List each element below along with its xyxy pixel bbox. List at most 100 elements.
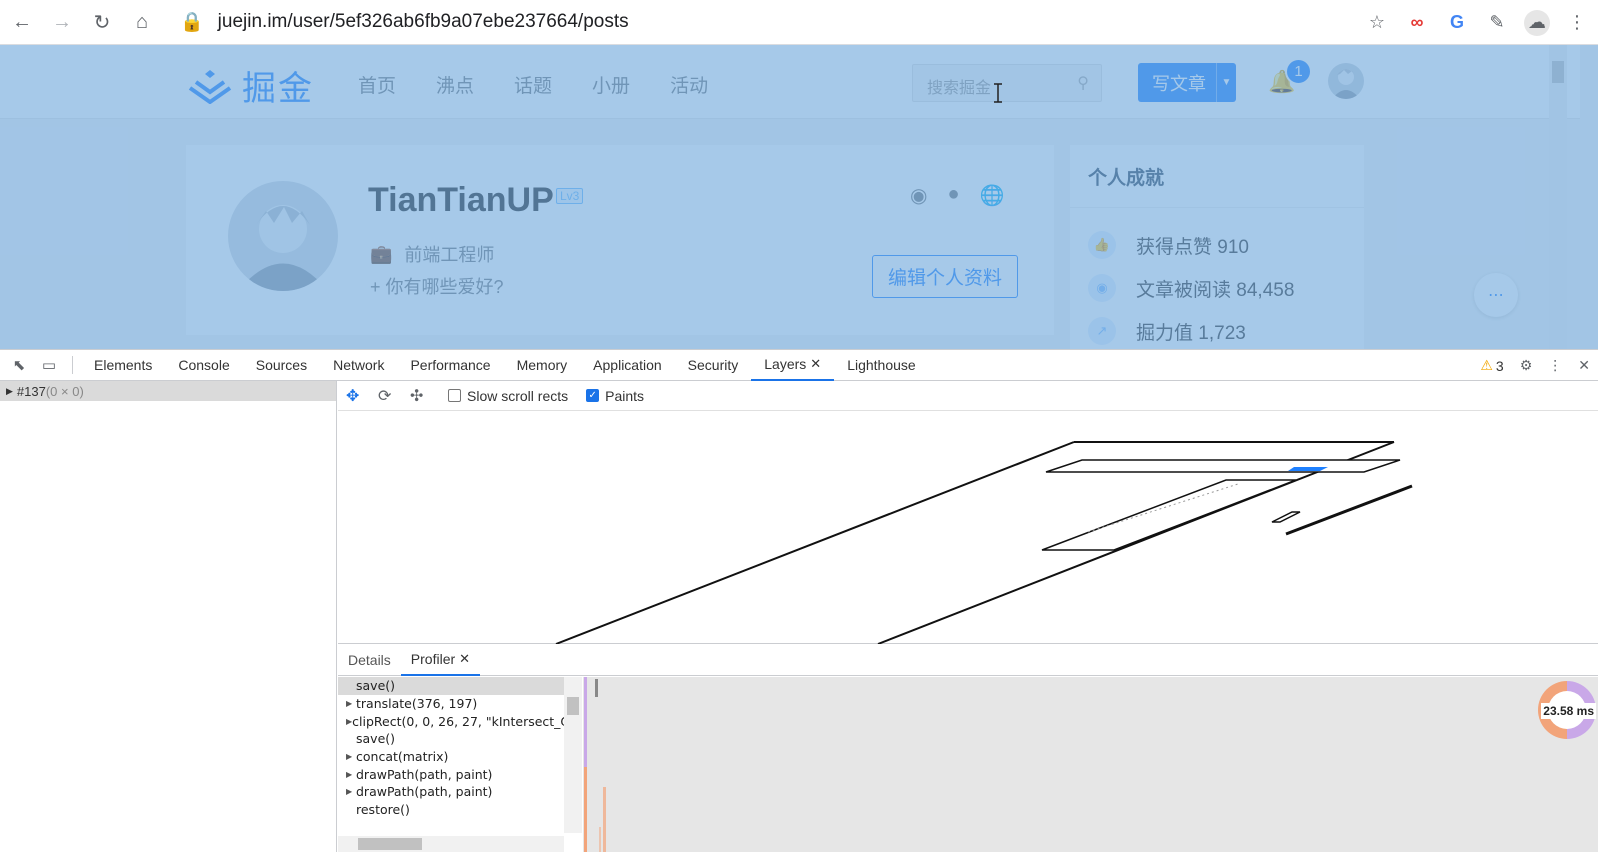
- profiler-time: 23.58 ms: [1541, 703, 1596, 719]
- tab-performance[interactable]: Performance: [397, 350, 503, 381]
- bookmark-star-icon[interactable]: ☆: [1364, 10, 1390, 36]
- scrollbar-thumb[interactable]: [358, 838, 422, 850]
- social-links: ◉ ● 🌐: [910, 183, 1004, 208]
- command-text: restore(): [356, 802, 410, 818]
- device-toolbar-icon[interactable]: ▭: [34, 356, 64, 374]
- address-bar[interactable]: 🔒 juejin.im/user/5ef326ab6fb9a07ebe23766…: [180, 10, 629, 34]
- profile-avatar[interactable]: [228, 181, 338, 291]
- divider: [1070, 207, 1364, 208]
- close-icon[interactable]: ✕: [459, 651, 470, 667]
- nav-item-pins[interactable]: 沸点: [436, 71, 474, 98]
- settings-gear-icon[interactable]: ⚙: [1520, 357, 1533, 374]
- close-devtools-icon[interactable]: ✕: [1578, 357, 1590, 374]
- level-badge: Lv3: [556, 188, 584, 204]
- command-list-hscrollbar[interactable]: [338, 836, 564, 852]
- tab-details[interactable]: Details: [338, 645, 401, 676]
- home-icon[interactable]: ⌂: [124, 4, 160, 40]
- paints-checkbox[interactable]: ✓ Paints: [586, 388, 644, 404]
- site-logo[interactable]: 掘金: [188, 61, 314, 110]
- slow-scroll-rects-label: Slow scroll rects: [467, 387, 569, 404]
- layer-tree: ▶ #137 (0 × 0): [0, 381, 337, 852]
- github-icon[interactable]: ●: [947, 183, 959, 208]
- layer-tree-item[interactable]: ▶ #137 (0 × 0): [0, 381, 336, 401]
- pan-mode-icon[interactable]: ✥: [346, 386, 366, 406]
- tab-memory[interactable]: Memory: [504, 350, 581, 381]
- edit-profile-button[interactable]: 编辑个人资料: [872, 255, 1018, 298]
- tab-lighthouse[interactable]: Lighthouse: [834, 350, 929, 381]
- list-item[interactable]: ▶ concat(matrix): [338, 748, 582, 766]
- close-icon[interactable]: ✕: [810, 356, 821, 372]
- command-text: drawPath(path, paint): [356, 784, 493, 800]
- expand-triangle-icon[interactable]: ▶: [346, 699, 356, 708]
- user-avatar[interactable]: [1328, 63, 1364, 99]
- scrollbar-thumb[interactable]: [567, 697, 579, 715]
- layers-main-panel: ✥ ⟳ ✣ Slow scroll rects ✓ Paints Details…: [338, 381, 1598, 852]
- expand-triangle-icon[interactable]: ▶: [346, 752, 356, 761]
- list-item[interactable]: save(): [338, 677, 582, 695]
- profile-avatar-icon[interactable]: ☁: [1524, 9, 1550, 36]
- layer-node-id: #137: [16, 383, 46, 399]
- warnings-counter[interactable]: ⚠ 3: [1480, 357, 1503, 374]
- list-item[interactable]: ▶ clipRect(0, 0, 26, 27, "kIntersect_Op": [338, 712, 582, 730]
- tab-profiler[interactable]: Profiler ✕: [400, 645, 481, 676]
- list-item[interactable]: restore(): [338, 801, 582, 819]
- expand-triangle-icon[interactable]: ▶: [346, 787, 356, 796]
- list-item[interactable]: ▶ translate(376, 197): [338, 695, 582, 713]
- globe-icon[interactable]: 🌐: [980, 183, 1005, 208]
- checkbox-unchecked[interactable]: [448, 389, 461, 402]
- chevron-down-icon[interactable]: ▼: [1216, 63, 1236, 102]
- nav-item-books[interactable]: 小册: [592, 71, 630, 98]
- nav-item-events[interactable]: 活动: [670, 71, 708, 98]
- add-hobby-link[interactable]: + 你有哪些爱好?: [370, 273, 504, 299]
- back-icon[interactable]: ←: [4, 4, 40, 40]
- chrome-menu-icon[interactable]: ⋮: [1564, 10, 1590, 36]
- profile-name: TianTianUP: [368, 181, 554, 219]
- checkmark-icon[interactable]: ✓: [586, 389, 600, 402]
- tab-application[interactable]: Application: [580, 350, 675, 381]
- reset-transform-icon[interactable]: ✣: [410, 386, 430, 406]
- layers-3d-view[interactable]: [338, 412, 1598, 645]
- chat-icon[interactable]: ⋯: [1474, 273, 1518, 317]
- page-scrollbar-thumb[interactable]: [1552, 61, 1564, 83]
- expand-triangle-icon[interactable]: ▶: [346, 770, 356, 779]
- nav-item-topics[interactable]: 话题: [514, 71, 552, 98]
- translate-icon[interactable]: G: [1444, 10, 1470, 36]
- extensions-puzzle-icon[interactable]: ✎: [1484, 10, 1510, 36]
- achievement-likes: 👍 获得点赞 910: [1088, 231, 1249, 259]
- more-options-icon[interactable]: ⋮: [1548, 357, 1562, 374]
- tab-security[interactable]: Security: [675, 350, 752, 381]
- search-placeholder: 搜索掘金: [927, 80, 992, 97]
- list-item[interactable]: ▶ drawPath(path, paint): [338, 765, 582, 783]
- write-article-button[interactable]: 写文章 ▼: [1138, 63, 1236, 102]
- inspect-element-icon[interactable]: ⬉: [4, 356, 34, 374]
- tab-elements[interactable]: Elements: [81, 350, 165, 381]
- rotate-mode-icon[interactable]: ⟳: [378, 386, 398, 406]
- lock-icon: 🔒: [180, 12, 204, 33]
- browser-toolbar: ← → ↻ ⌂ 🔒 juejin.im/user/5ef326ab6fb9a07…: [0, 0, 1598, 45]
- forward-icon[interactable]: →: [44, 4, 80, 40]
- profiler-bars: [584, 677, 606, 852]
- tab-console[interactable]: Console: [165, 350, 242, 381]
- search-input[interactable]: 搜索掘金 ⚲: [912, 64, 1102, 102]
- layers-subtabs: Details Profiler ✕: [338, 645, 1598, 676]
- list-item[interactable]: ▶ drawPath(path, paint): [338, 783, 582, 801]
- weibo-icon[interactable]: ◉: [910, 183, 927, 208]
- nav-item-home[interactable]: 首页: [358, 71, 396, 98]
- profiler-timeline[interactable]: 23.58 ms: [583, 677, 1598, 852]
- divider: [72, 356, 73, 374]
- page-scrollbar[interactable]: [1549, 45, 1567, 349]
- layers-3d-drawing: [555, 441, 1413, 645]
- reload-icon[interactable]: ↻: [84, 4, 120, 40]
- list-item[interactable]: save(): [338, 730, 582, 748]
- tab-layers[interactable]: Layers ✕: [751, 350, 835, 381]
- command-list-scrollbar[interactable]: [564, 677, 582, 833]
- profile-card: TianTianUP Lv3 💼 前端工程师 + 你有哪些爱好? ◉ ● 🌐 编…: [186, 145, 1054, 335]
- achievement-likes-text: 获得点赞 910: [1136, 236, 1249, 258]
- expand-triangle-icon[interactable]: ▶: [6, 386, 13, 397]
- tab-network[interactable]: Network: [320, 350, 397, 381]
- search-icon[interactable]: ⚲: [1077, 73, 1089, 93]
- slow-scroll-rects-checkbox[interactable]: Slow scroll rects: [448, 388, 568, 404]
- url-text[interactable]: juejin.im/user/5ef326ab6fb9a07ebe237664/…: [218, 11, 629, 33]
- extension-infinity-icon[interactable]: ∞: [1404, 10, 1430, 36]
- tab-sources[interactable]: Sources: [243, 350, 320, 381]
